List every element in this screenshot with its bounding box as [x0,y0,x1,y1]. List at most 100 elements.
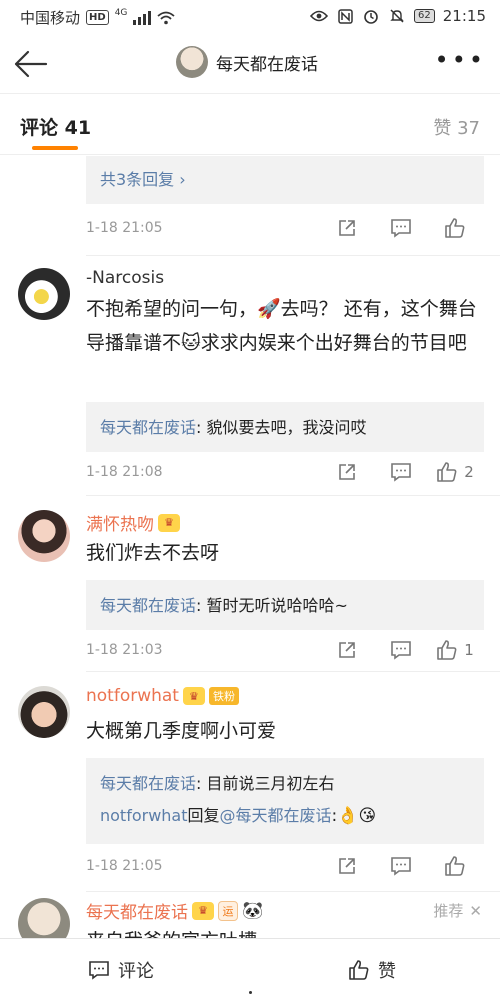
comment-text: 不抱希望的问一句，🚀去吗？ 还有，这个舞台导播靠谱不🐱求求内娱来个出好舞台的节目… [86,298,477,354]
arrow-left-icon [14,50,48,78]
username[interactable]: -Narcosis [86,268,164,288]
fan-badge: 铁粉 [208,687,239,705]
comment-icon [391,641,411,660]
comment-text: 大概第几季度啊小可爱 [86,720,277,742]
like-button[interactable] [428,214,482,242]
reply-button[interactable] [374,636,428,664]
comment-icon [89,961,109,980]
reply-text: : 目前说三月初左右 [196,774,335,793]
thumbs-up-icon [437,462,457,482]
thumbs-up-icon [445,856,465,876]
carrier-label: 中国移动 [20,9,81,27]
header-profile[interactable]: 每天都在废话 [176,46,318,78]
bottom-comment-button[interactable]: 评论 [88,957,154,983]
username[interactable]: 满怀热吻 ♛ [86,510,180,535]
like-count: 2 [464,463,474,481]
more-replies-link[interactable]: 共3条回复 › [100,170,186,189]
share-button[interactable] [320,458,374,486]
nfc-icon [336,7,354,25]
reply-box[interactable]: 每天都在废话: 暂时无听说哈哈哈~ [86,580,484,630]
clock: 21:15 [442,7,486,25]
hd-badge: HD [86,10,109,25]
bottom-action-bar: 评论 赞 [0,938,500,1000]
reply-author[interactable]: 每天都在废话 [100,596,196,615]
avatar[interactable] [18,686,70,738]
comment-time: 1-18 21:03 [86,642,163,658]
share-button[interactable] [320,852,374,880]
comment-item: 每天都在废话♛运🐼 推荐✕ 来自我爸的官方吐槽 [0,892,500,938]
panda-badge: 🐼 [242,900,264,921]
thumbs-up-icon [445,218,465,238]
tab-likes[interactable]: 赞 37 [433,114,480,140]
thumbs-up-icon [437,640,457,660]
comment-item: 共3条回复 › 1-18 21:05 [0,156,500,256]
share-icon [339,642,355,658]
reply-author[interactable]: 每天都在废话 [100,774,196,793]
like-button[interactable]: 2 [428,458,482,486]
mention-link[interactable]: @每天都在废话 [220,806,332,825]
reply-verb: 回复 [187,806,220,825]
vip-crown-icon: ♛ [158,513,180,532]
share-icon [339,464,355,480]
like-count: 1 [464,641,474,659]
bottom-like-button[interactable]: 赞 [348,957,396,983]
comment-time: 1-18 21:05 [86,858,163,874]
reply-text: : 暂时无听说哈哈哈~ [196,596,348,615]
network-type: 4G [114,7,128,18]
reply-button[interactable] [374,852,428,880]
reply-text: :👌😘 [331,806,377,826]
comment-text: 来自我爸的官方吐槽 [86,924,482,938]
comment-time: 1-18 21:05 [86,220,163,236]
tab-comments[interactable]: 评论 41 [20,113,91,140]
recommend-tag[interactable]: 推荐 ✕ [433,900,482,921]
yun-badge: 运 [218,900,238,921]
comment-actions: 1 [320,636,482,664]
active-tab-indicator [32,146,78,150]
wifi-icon [157,9,175,27]
reply-author[interactable]: 每天都在废话 [100,418,196,437]
username[interactable]: notforwhat ♛ 铁粉 [86,686,239,706]
header-avatar [176,46,208,78]
reply-button[interactable] [374,458,428,486]
reply-text: : 貌似要去吧，我没问哎 [196,418,367,437]
comment-icon [391,857,411,876]
close-icon[interactable]: ✕ [469,902,482,920]
bottom-comment-label: 评论 [118,961,154,982]
comment-item: 满怀热吻 ♛ 我们炸去不去呀 每天都在废话: 暂时无听说哈哈哈~ 1-18 21:… [0,496,500,672]
alarm-icon [362,7,380,25]
back-button[interactable] [12,48,48,80]
battery-indicator: 62 [414,9,435,23]
avatar[interactable] [18,898,70,938]
avatar[interactable] [18,510,70,562]
comment-item: -Narcosis 不抱希望的问一句，🚀去吗？ 还有，这个舞台导播靠谱不🐱求求内… [0,256,500,496]
top-nav-bar: 每天都在废话 ••• [0,34,500,94]
home-indicator [249,991,252,994]
vip-crown-icon: ♛ [182,687,205,705]
share-icon [339,858,355,874]
comment-actions: 2 [320,458,482,486]
like-button[interactable] [428,852,482,880]
comment-list: 共3条回复 › 1-18 21:05 -Narcosis 不抱希望的问一句，🚀去… [0,156,500,938]
comment-text: 我们炸去不去呀 [86,542,220,564]
comment-tabs: 评论 41 赞 37 [0,95,500,155]
reply-box[interactable]: 共3条回复 › [86,156,484,204]
more-icon[interactable]: ••• [435,48,486,72]
vip-crown-icon: ♛ [192,901,214,920]
comment-time: 1-18 21:08 [86,464,163,480]
chevron-right-icon: › [179,170,186,189]
status-bar: 中国移动 HD 4G 62 21:15 [0,0,500,34]
thumbs-up-icon [349,960,369,980]
username[interactable]: 每天都在废话 ♛ 运 🐼 [86,898,263,923]
like-button[interactable]: 1 [428,636,482,664]
comment-icon [391,463,411,482]
share-button[interactable] [320,636,374,664]
share-button[interactable] [320,214,374,242]
reply-box[interactable]: 每天都在废话: 目前说三月初左右 notforwhat回复@每天都在废话:👌😘 [86,758,484,844]
comment-item: notforwhat ♛ 铁粉 大概第几季度啊小可爱 每天都在废话: 目前说三月初左… [0,672,500,892]
reply-author[interactable]: notforwhat [100,806,188,825]
comment-actions [320,852,482,880]
avatar[interactable] [18,268,70,320]
reply-box[interactable]: 每天都在废话: 貌似要去吧，我没问哎 [86,402,484,452]
share-icon [339,220,355,236]
reply-button[interactable] [374,214,428,242]
